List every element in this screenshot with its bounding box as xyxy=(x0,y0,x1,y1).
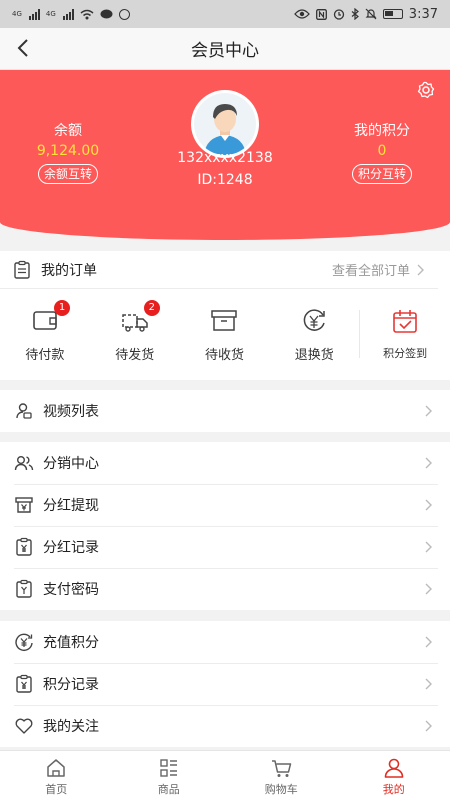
status-time: 3:37 xyxy=(408,6,438,22)
pending-shipment-badge: 2 xyxy=(143,299,160,316)
order-list-icon xyxy=(14,260,30,279)
checkin-label: 积分签到 xyxy=(383,347,428,360)
points-block: 我的积分 0 积分互转 xyxy=(322,120,442,184)
chevron-right-icon xyxy=(417,264,424,275)
menu-label: 视频列表 xyxy=(43,404,99,420)
menu-item-points-record[interactable]: 积分记录 xyxy=(0,663,450,705)
tab-label: 商品 xyxy=(157,783,180,796)
orders-title: 我的订单 xyxy=(41,262,97,279)
nfc-icon xyxy=(315,8,327,20)
signal-icon-2 xyxy=(62,8,74,20)
points-value: 0 xyxy=(377,143,387,159)
tab-home[interactable]: 首页 xyxy=(0,751,113,800)
tab-me[interactable]: 我的 xyxy=(338,751,450,800)
order-item-label: 待付款 xyxy=(25,347,65,363)
pending-payment-badge: 1 xyxy=(54,299,70,316)
menu-item-recharge-points[interactable]: 充值积分 xyxy=(0,621,450,663)
tab-products[interactable]: 商品 xyxy=(113,751,226,800)
video-user-icon xyxy=(16,403,32,419)
tab-label: 我的 xyxy=(382,783,405,796)
menu-item-dividend-withdraw[interactable]: 分红提现 xyxy=(0,484,450,526)
menu-group-video: 视频列表 xyxy=(0,390,450,432)
menu-label: 分红记录 xyxy=(43,540,99,556)
chevron-right-icon xyxy=(425,541,432,553)
menu-item-payment-password[interactable]: 支付密码 xyxy=(0,568,450,610)
avatar[interactable] xyxy=(191,90,259,158)
chevron-right-icon xyxy=(425,499,432,511)
orders-header[interactable]: 我的订单 查看全部订单 xyxy=(0,251,438,289)
chevron-right-icon xyxy=(425,405,432,417)
order-returns[interactable]: 退换货 xyxy=(269,306,359,363)
mute-bell-icon xyxy=(365,8,377,20)
menu-item-distribution-center[interactable]: 分销中心 xyxy=(0,442,450,484)
menu-label: 充值积分 xyxy=(43,635,99,651)
bluetooth-icon xyxy=(351,8,359,20)
menu-label: 积分记录 xyxy=(43,677,99,693)
heart-icon xyxy=(15,718,33,734)
box-icon xyxy=(211,309,238,331)
orders-card: 我的订单 查看全部订单 1 待付款 2 待发货 待收货 退换货 积分签到 xyxy=(0,251,450,380)
cash-withdraw-icon xyxy=(15,497,33,513)
menu-label: 支付密码 xyxy=(43,582,99,598)
chevron-right-icon xyxy=(425,583,432,595)
page-title: 会员中心 xyxy=(191,41,259,61)
order-item-label: 退换货 xyxy=(294,347,334,363)
clipboard-yen-icon xyxy=(16,537,32,556)
user-icon xyxy=(384,758,404,778)
network-type-2: 4G xyxy=(45,10,56,18)
avatar-person-icon xyxy=(204,104,246,155)
home-icon xyxy=(47,759,65,777)
points-checkin[interactable]: 积分签到 xyxy=(360,307,450,361)
alarm-icon xyxy=(333,9,344,20)
tab-label: 首页 xyxy=(45,783,68,796)
order-pending-payment[interactable]: 1 待付款 xyxy=(0,299,90,363)
order-pending-receipt[interactable]: 待收货 xyxy=(180,306,270,363)
eye-icon xyxy=(293,9,310,19)
notification-icon xyxy=(118,8,130,20)
signal-icon xyxy=(28,8,40,20)
order-pending-shipment[interactable]: 2 待发货 xyxy=(90,299,180,363)
balance-label: 余额 xyxy=(54,123,82,139)
menu-group-distribution: 分销中心 分红提现 分红记录 支付密码 xyxy=(0,442,450,610)
tab-cart[interactable]: 购物车 xyxy=(225,751,338,800)
chevron-right-icon xyxy=(425,636,432,648)
points-label: 我的积分 xyxy=(354,123,410,139)
menu-item-my-follows[interactable]: 我的关注 xyxy=(0,705,450,747)
status-bar: 4G 4G 3:37 xyxy=(0,0,450,28)
menu-group-points: 充值积分 积分记录 我的关注 xyxy=(0,621,450,747)
tab-label: 购物车 xyxy=(264,783,298,796)
grid-list-icon xyxy=(160,759,177,777)
cart-icon xyxy=(272,760,292,777)
users-icon xyxy=(14,456,34,471)
profile-header: 余额 9,124.00 余额互转 132xxxx2138 ID:1248 我的积… xyxy=(0,70,450,240)
back-arrow-icon[interactable] xyxy=(12,36,36,60)
order-item-label: 待发货 xyxy=(115,347,155,363)
order-item-label: 待收货 xyxy=(204,347,244,363)
points-transfer-button[interactable]: 积分互转 xyxy=(351,164,412,184)
refund-icon xyxy=(303,308,326,331)
clipboard-icon xyxy=(16,579,32,598)
calendar-check-icon xyxy=(393,310,417,333)
nav-bar: 会员中心 xyxy=(0,28,450,70)
yen-circle-icon xyxy=(15,633,33,652)
order-status-row: 1 待付款 2 待发货 待收货 退换货 积分签到 xyxy=(0,289,450,379)
menu-item-video-list[interactable]: 视频列表 xyxy=(0,390,450,432)
menu-label: 分红提现 xyxy=(43,498,99,514)
network-type-1: 4G xyxy=(12,10,22,18)
battery-icon xyxy=(382,9,403,19)
view-all-orders-link[interactable]: 查看全部订单 xyxy=(332,260,410,279)
menu-label: 分销中心 xyxy=(43,456,99,472)
wifi-icon xyxy=(80,9,94,19)
chevron-right-icon xyxy=(425,457,432,469)
menu-item-dividend-record[interactable]: 分红记录 xyxy=(0,526,450,568)
chevron-right-icon xyxy=(425,678,432,690)
message-icon xyxy=(100,9,113,18)
menu-label: 我的关注 xyxy=(43,719,99,735)
bottom-tab-bar: 首页 商品 购物车 我的 xyxy=(0,750,450,800)
chevron-right-icon xyxy=(425,720,432,732)
clipboard-yen-icon xyxy=(16,674,32,693)
settings-gear-icon[interactable] xyxy=(416,80,436,100)
